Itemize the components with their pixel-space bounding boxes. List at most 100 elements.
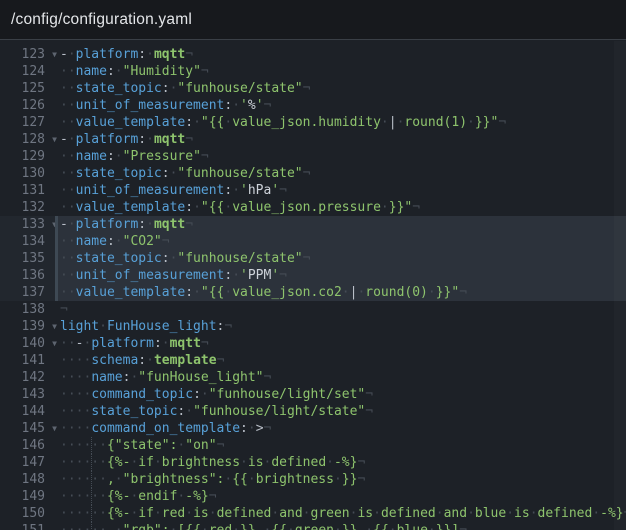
code-line[interactable]: ··name:·"CO2"¬ [58,233,626,250]
line-number[interactable]: 143 [0,386,58,403]
line-number[interactable]: 150 [0,505,58,522]
code-line[interactable]: light·FunHouse_light:¬ [58,318,626,335]
line-number[interactable]: 134 [0,233,58,250]
fold-arrow-icon[interactable]: ▼ [52,335,57,352]
code-row: 143····command_topic:·"funhouse/light/se… [0,386,626,403]
code-line[interactable]: ··state_topic:·"funhouse/state"¬ [58,250,626,267]
line-number[interactable]: 130 [0,165,58,182]
line-number[interactable]: 123▼ [0,46,58,63]
indent-guide [91,488,92,505]
code-editor[interactable]: 123▼-·platform:·mqtt¬124··name:·"Humidit… [0,41,626,530]
code-row: 135··state_topic:·"funhouse/state"¬ [0,250,626,267]
code-row: 139▼light·FunHouse_light:¬ [0,318,626,335]
code-row: 137··value_template:·"{{·value_json.co2·… [0,284,626,301]
code-line[interactable]: ··name:·"Humidity"¬ [58,63,626,80]
fold-arrow-icon[interactable]: ▼ [52,216,57,233]
code-row: 134··name:·"CO2"¬ [0,233,626,250]
code-row: 127··value_template:·"{{·value_json.humi… [0,114,626,131]
line-number[interactable]: 142 [0,369,58,386]
line-number[interactable]: 127 [0,114,58,131]
code-line[interactable]: ··value_template:·"{{·value_json.humidit… [58,114,626,131]
line-number[interactable]: 145▼ [0,420,58,437]
code-row: 148······,·"brightness":·{{·brightness·}… [0,471,626,488]
line-number[interactable]: 133▼ [0,216,58,233]
code-line[interactable]: -·platform:·mqtt¬ [58,46,626,63]
code-row: 138¬ [0,301,626,318]
code-line[interactable]: ··value_template:·"{{·value_json.co2·|·r… [58,284,626,301]
line-number[interactable]: 151 [0,522,58,530]
code-line[interactable]: ··name:·"Pressure"¬ [58,148,626,165]
line-number[interactable]: 126 [0,97,58,114]
code-row: 151······,·"rgb":·[{{·red·}},·{{·green·}… [0,522,626,530]
line-number[interactable]: 138 [0,301,58,318]
code-row: 140▼··-·platform:·mqtt¬ [0,335,626,352]
file-path: /config/configuration.yaml [11,11,192,29]
line-number[interactable]: 131 [0,182,58,199]
code-row: 146······{"state":·"on"¬ [0,437,626,454]
fold-arrow-icon[interactable]: ▼ [52,420,57,437]
code-line[interactable]: ··unit_of_measurement:·'hPa'¬ [58,182,626,199]
code-line[interactable]: ··unit_of_measurement:·'%'¬ [58,97,626,114]
fold-arrow-icon[interactable]: ▼ [52,46,57,63]
indent-guide [91,505,92,522]
titlebar: /config/configuration.yaml [0,0,626,40]
line-number[interactable]: 137 [0,284,58,301]
code-line[interactable]: ··value_template:·"{{·value_json.pressur… [58,199,626,216]
code-line[interactable]: ··state_topic:·"funhouse/state"¬ [58,80,626,97]
line-number[interactable]: 149 [0,488,58,505]
line-number[interactable]: 136 [0,267,58,284]
code-line[interactable]: ······{%-·if·brightness·is·defined·-%}¬ [58,454,626,471]
line-number[interactable]: 141 [0,352,58,369]
code-line[interactable]: ··unit_of_measurement:·'PPM'¬ [58,267,626,284]
code-line[interactable]: ····name:·"funHouse_light"¬ [58,369,626,386]
line-number[interactable]: 147 [0,454,58,471]
indent-guide [91,454,92,471]
code-row: 129··name:·"Pressure"¬ [0,148,626,165]
code-line[interactable]: ······{"state":·"on"¬ [58,437,626,454]
code-row: 126··unit_of_measurement:·'%'¬ [0,97,626,114]
code-line[interactable]: ····state_topic:·"funhouse/light/state"¬ [58,403,626,420]
line-number[interactable]: 135 [0,250,58,267]
indent-guide [91,437,92,454]
code-row: 136··unit_of_measurement:·'PPM'¬ [0,267,626,284]
line-number[interactable]: 129 [0,148,58,165]
code-line[interactable]: -·platform:·mqtt¬ [58,216,626,233]
line-number[interactable]: 140▼ [0,335,58,352]
code-line[interactable]: ······{%-·endif·-%}¬ [58,488,626,505]
code-row: 150······{%-·if·red·is·defined·and·green… [0,505,626,522]
code-row: 141····schema:·template¬ [0,352,626,369]
code-row: 131··unit_of_measurement:·'hPa'¬ [0,182,626,199]
code-line[interactable]: -·platform:·mqtt¬ [58,131,626,148]
code-row: 125··state_topic:·"funhouse/state"¬ [0,80,626,97]
code-line[interactable]: ······,·"brightness":·{{·brightness·}}¬ [58,471,626,488]
line-number[interactable]: 132 [0,199,58,216]
code-row: 123▼-·platform:·mqtt¬ [0,46,626,63]
code-row: 149······{%-·endif·-%}¬ [0,488,626,505]
line-number[interactable]: 146 [0,437,58,454]
code-line[interactable]: ¬ [58,301,626,318]
file-editor-window: /config/configuration.yaml 123▼-·platfor… [0,0,626,530]
code-row: 144····state_topic:·"funhouse/light/stat… [0,403,626,420]
code-line[interactable]: ······{%-·if·red·is·defined·and·green·is… [58,505,626,522]
code-line[interactable]: ··-·platform:·mqtt¬ [58,335,626,352]
code-line[interactable]: ····schema:·template¬ [58,352,626,369]
code-row: 124··name:·"Humidity"¬ [0,63,626,80]
line-number[interactable]: 148 [0,471,58,488]
code-row: 147······{%-·if·brightness·is·defined·-%… [0,454,626,471]
line-number[interactable]: 139▼ [0,318,58,335]
code-line[interactable]: ··state_topic:·"funhouse/state"¬ [58,165,626,182]
code-row: 145▼····command_on_template:·>¬ [0,420,626,437]
fold-arrow-icon[interactable]: ▼ [52,131,57,148]
code-line[interactable]: ······,·"rgb":·[{{·red·}},·{{·green·}},·… [58,522,626,530]
code-line[interactable]: ····command_on_template:·>¬ [58,420,626,437]
code-row: 128▼-·platform:·mqtt¬ [0,131,626,148]
code-line[interactable]: ····command_topic:·"funhouse/light/set"¬ [58,386,626,403]
code-row: 130··state_topic:·"funhouse/state"¬ [0,165,626,182]
fold-arrow-icon[interactable]: ▼ [52,318,57,335]
line-number[interactable]: 124 [0,63,58,80]
line-number[interactable]: 128▼ [0,131,58,148]
scrollbar-track[interactable] [614,41,626,530]
code-row: 132··value_template:·"{{·value_json.pres… [0,199,626,216]
line-number[interactable]: 144 [0,403,58,420]
line-number[interactable]: 125 [0,80,58,97]
